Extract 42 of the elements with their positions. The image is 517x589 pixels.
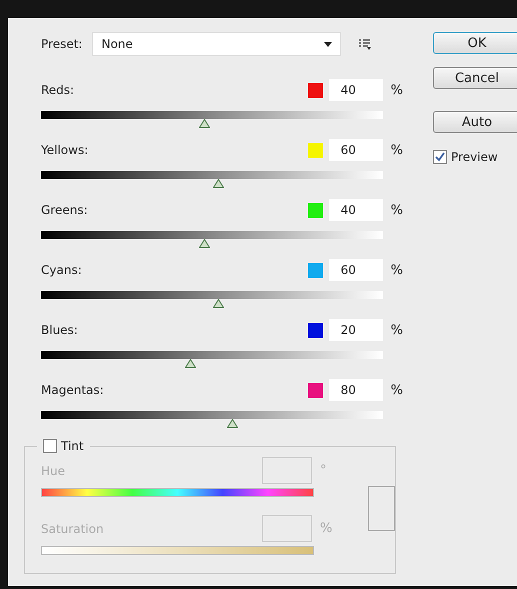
- caret-icon: [324, 42, 332, 46]
- slider-thumb[interactable]: [199, 119, 210, 128]
- preview-label: Preview: [451, 150, 498, 164]
- value-field[interactable]: 60: [328, 139, 383, 161]
- tint-color-swatch: [368, 486, 395, 531]
- slider-thumb[interactable]: [226, 419, 238, 428]
- preset-dropdown[interactable]: None: [92, 32, 342, 56]
- value-field[interactable]: 40: [328, 79, 383, 101]
- value-field[interactable]: 60: [328, 259, 383, 281]
- preset-label: Preset:: [41, 37, 82, 51]
- tint-label: Tint: [61, 439, 84, 453]
- channel-label: Yellows:: [41, 143, 88, 157]
- dialog-button[interactable]: OK: [433, 32, 517, 54]
- dialog-button[interactable]: Auto: [433, 111, 517, 133]
- unit-label: °: [320, 463, 328, 478]
- unit-label: %: [320, 521, 334, 536]
- slider-thumb[interactable]: [212, 179, 224, 188]
- unit-label: %: [390, 322, 403, 338]
- checkbox[interactable]: [433, 150, 447, 164]
- list-menu-icon[interactable]: [359, 38, 372, 50]
- channel-label: Blues:: [41, 323, 78, 337]
- dialog-button[interactable]: Cancel: [433, 67, 517, 89]
- slider-thumb[interactable]: [212, 299, 224, 308]
- hue-bar[interactable]: [41, 488, 314, 497]
- hue-field[interactable]: [262, 457, 312, 484]
- value-field[interactable]: 80: [328, 379, 383, 401]
- value-field[interactable]: 40: [328, 199, 383, 221]
- unit-label: %: [390, 142, 403, 158]
- channel-label: Cyans:: [41, 263, 82, 277]
- channel-label: Reds:: [41, 83, 74, 97]
- unit-label: %: [390, 262, 403, 278]
- value-field[interactable]: 20: [328, 319, 383, 341]
- hue-label: Hue: [41, 464, 66, 478]
- channel-label: Magentas:: [41, 383, 104, 397]
- saturation-label: Saturation: [41, 522, 104, 536]
- channel-label: Greens:: [41, 203, 88, 217]
- slider-thumb[interactable]: [185, 359, 196, 368]
- unit-label: %: [390, 382, 403, 398]
- unit-label: %: [390, 202, 403, 218]
- slider-thumb[interactable]: [199, 239, 210, 248]
- unit-label: %: [390, 82, 403, 98]
- saturation-field[interactable]: [262, 515, 312, 542]
